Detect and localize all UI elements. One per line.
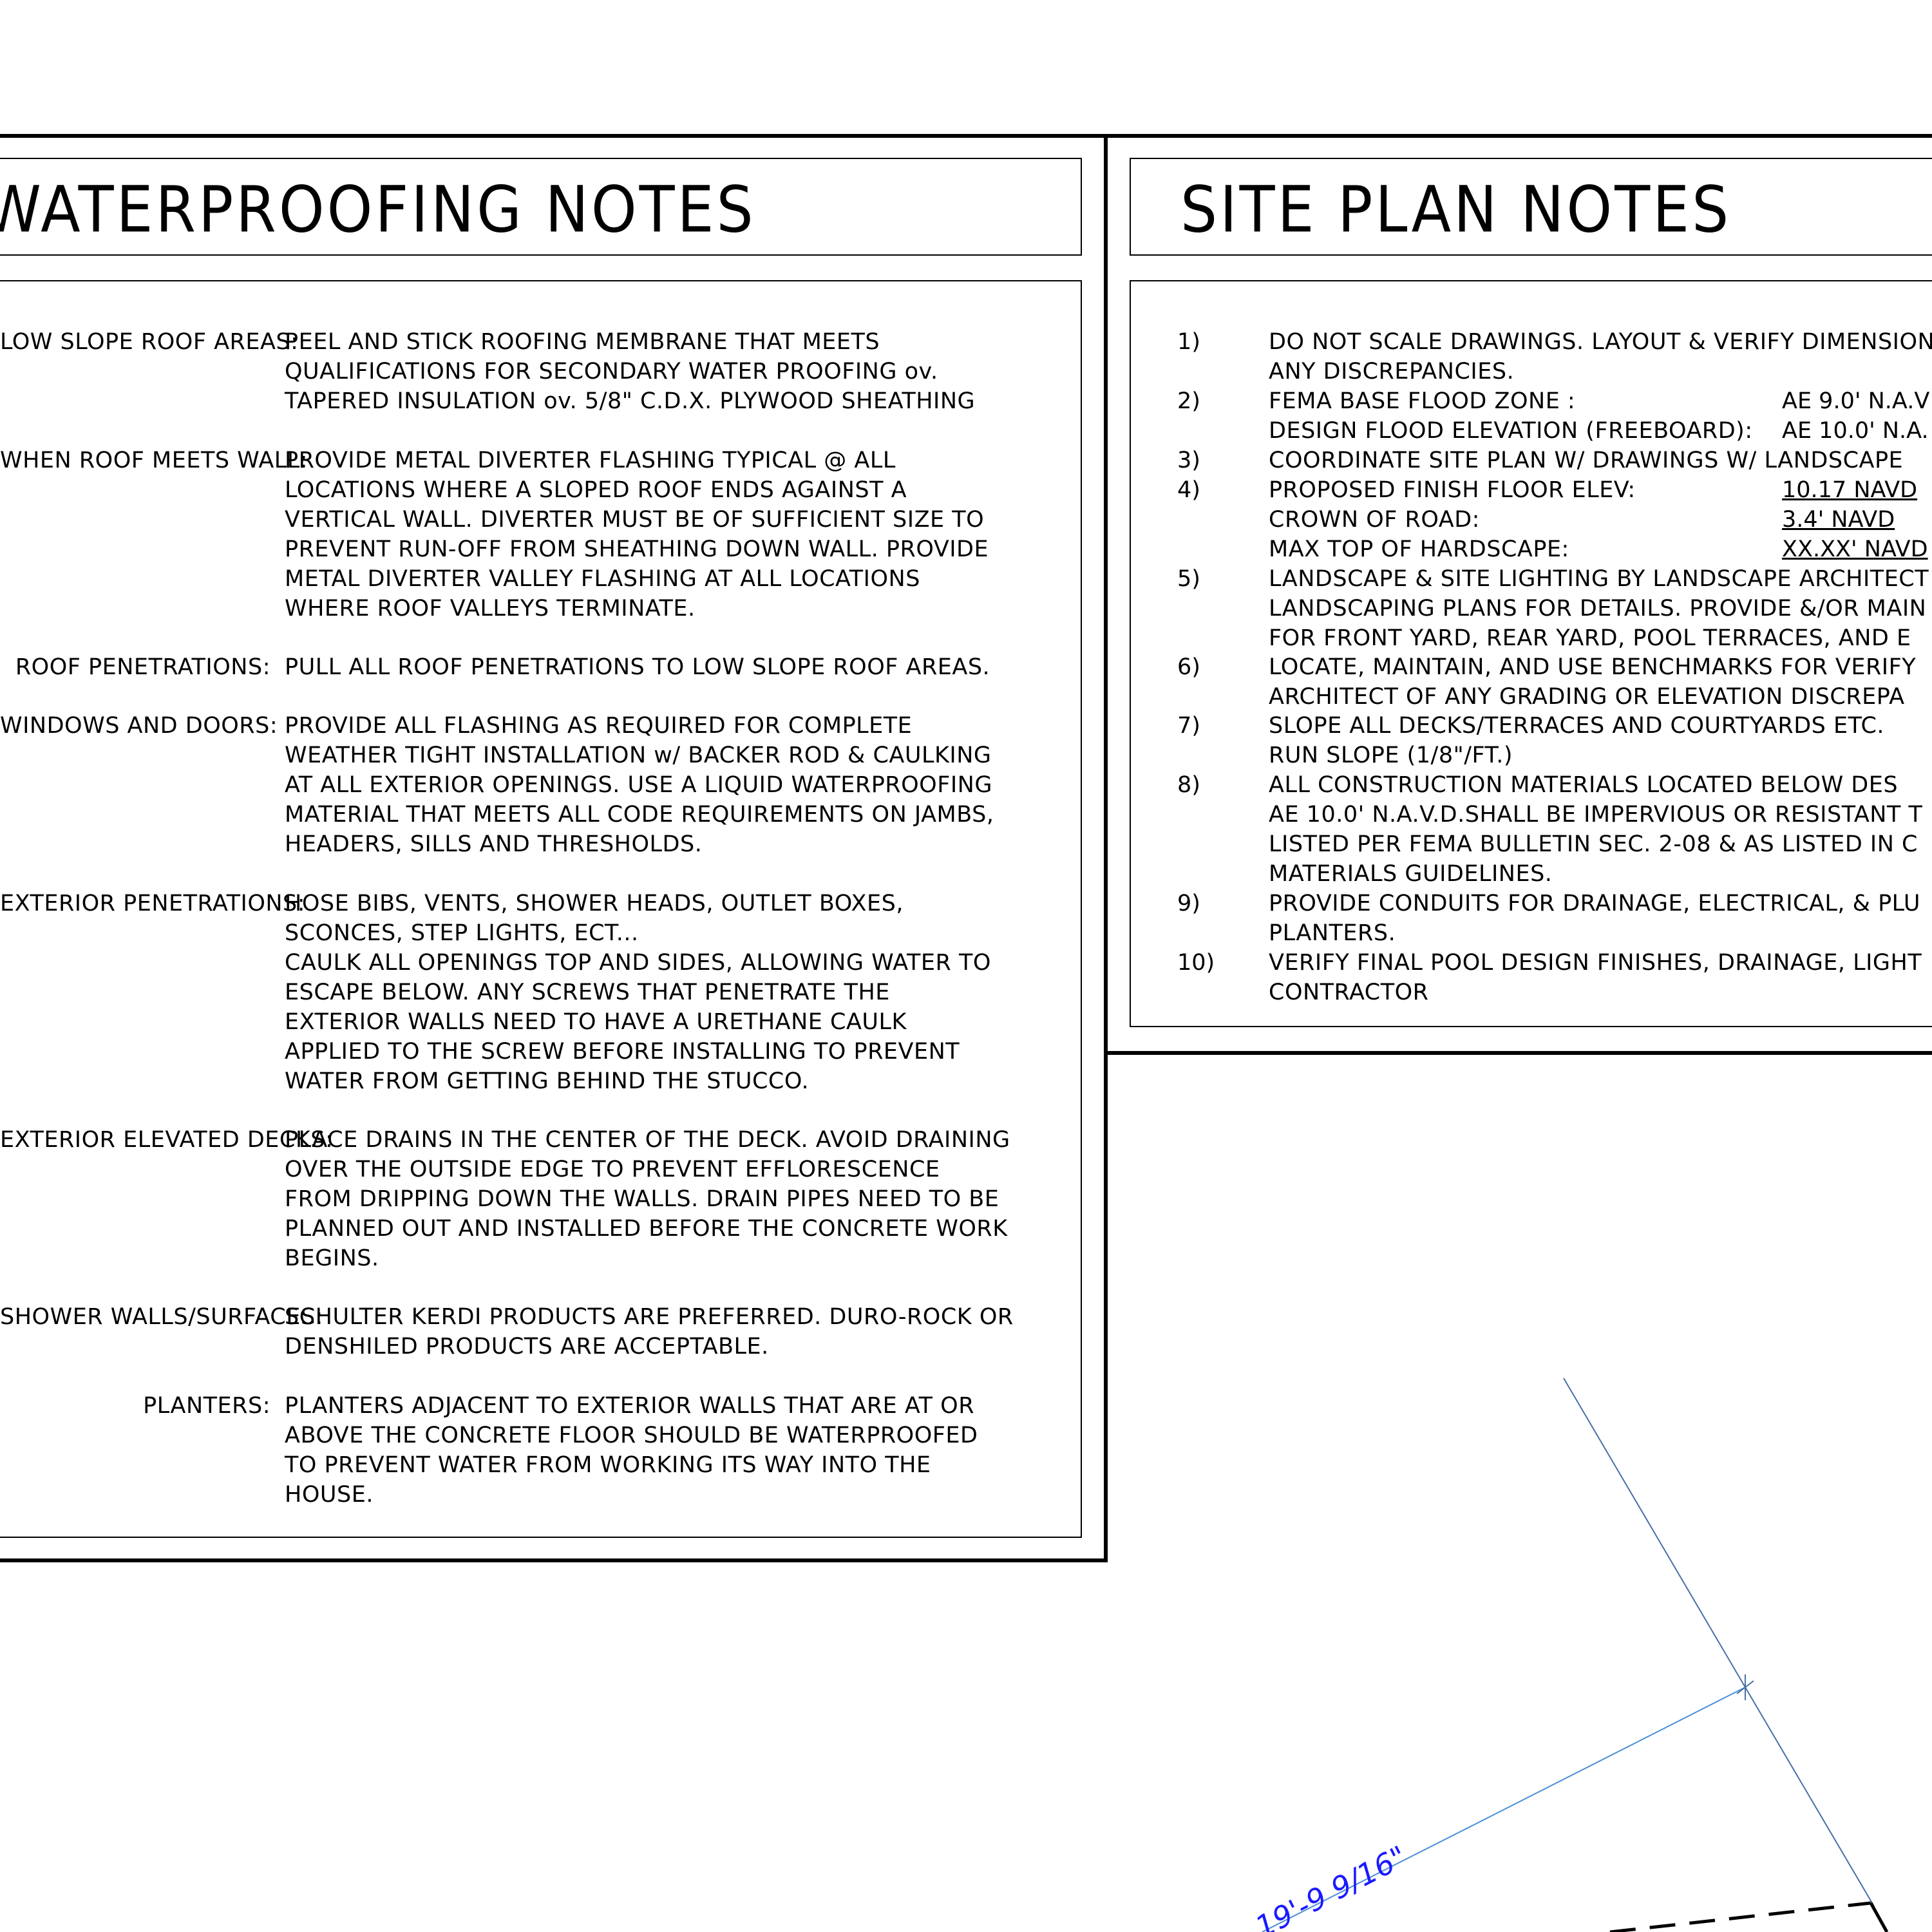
dimension-label: 19'-9 9/16" [1249,1839,1412,1932]
property-line [1745,1687,1875,1907]
site-drawing-linework: 19'-9 9/16" [1249,1378,1889,1932]
drawing-sheet: WATERPROOFING NOTES LOW SLOPE ROOF AREAS… [0,0,1932,1932]
property-line [1563,1378,1746,1688]
setback-line [1869,1902,1889,1932]
setback-line [1609,1901,1871,1932]
